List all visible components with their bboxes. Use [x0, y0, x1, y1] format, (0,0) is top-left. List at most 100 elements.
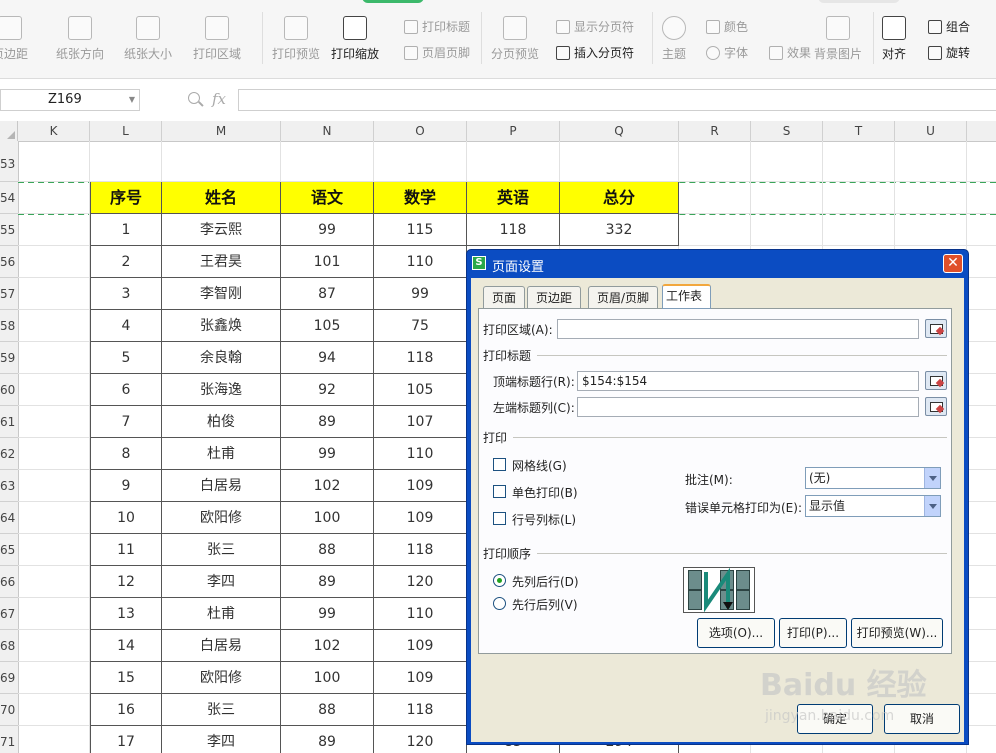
- table-cell[interactable]: 4: [90, 310, 162, 342]
- row-header[interactable]: 71: [0, 726, 18, 753]
- row-header[interactable]: 64: [0, 502, 18, 534]
- row-header[interactable]: 62: [0, 438, 18, 470]
- cancel-button[interactable]: 取消: [884, 704, 960, 734]
- table-header-cell[interactable]: 语文: [281, 182, 374, 214]
- table-cell[interactable]: 87: [281, 278, 374, 310]
- table-cell[interactable]: 张鑫焕: [162, 310, 281, 342]
- table-cell[interactable]: 89: [281, 566, 374, 598]
- table-cell[interactable]: 16: [90, 694, 162, 726]
- table-cell[interactable]: 欧阳修: [162, 502, 281, 534]
- table-cell[interactable]: 李智刚: [162, 278, 281, 310]
- table-cell[interactable]: 109: [374, 662, 467, 694]
- row-header[interactable]: 59: [0, 342, 18, 374]
- chevron-down-icon[interactable]: [924, 496, 940, 516]
- insert-page-break-button[interactable]: 插入分页符: [556, 44, 634, 61]
- table-cell[interactable]: 118: [374, 534, 467, 566]
- theme-button[interactable]: 主题: [662, 0, 686, 62]
- table-cell[interactable]: 余良翰: [162, 342, 281, 374]
- column-header[interactable]: U: [895, 121, 967, 141]
- orientation-button[interactable]: 纸张方向: [56, 0, 104, 62]
- table-cell[interactable]: 17: [90, 726, 162, 753]
- table-cell[interactable]: 白居易: [162, 630, 281, 662]
- table-cell[interactable]: 107: [374, 406, 467, 438]
- fonts-button[interactable]: 字体: [706, 44, 748, 61]
- row-header[interactable]: 67: [0, 598, 18, 630]
- table-cell[interactable]: 110: [374, 438, 467, 470]
- table-cell[interactable]: 120: [374, 726, 467, 753]
- table-cell[interactable]: 99: [281, 214, 374, 246]
- name-box[interactable]: Z169 ▼: [0, 89, 140, 111]
- table-cell[interactable]: 5: [90, 342, 162, 374]
- chevron-down-icon[interactable]: [924, 468, 940, 488]
- row-col-headers-checkbox[interactable]: [493, 512, 506, 525]
- table-cell[interactable]: 13: [90, 598, 162, 630]
- table-cell[interactable]: 7: [90, 406, 162, 438]
- table-cell[interactable]: 105: [281, 310, 374, 342]
- range-picker-icon[interactable]: [925, 397, 947, 416]
- page-break-preview-button[interactable]: 分页预览: [491, 0, 539, 62]
- table-cell[interactable]: 99: [281, 598, 374, 630]
- table-cell[interactable]: 105: [374, 374, 467, 406]
- paper-size-button[interactable]: 纸张大小: [124, 0, 172, 62]
- table-cell[interactable]: 6: [90, 374, 162, 406]
- table-cell[interactable]: 99: [374, 278, 467, 310]
- table-cell[interactable]: 118: [374, 694, 467, 726]
- table-cell[interactable]: 89: [281, 726, 374, 753]
- column-header[interactable]: O: [374, 121, 467, 141]
- table-header-cell[interactable]: 英语: [467, 182, 560, 214]
- table-cell[interactable]: 2: [90, 246, 162, 278]
- print-titles-button[interactable]: 打印标题: [404, 18, 470, 35]
- background-image-button[interactable]: 背景图片: [814, 0, 862, 62]
- table-cell[interactable]: 15: [90, 662, 162, 694]
- table-cell[interactable]: 李四: [162, 566, 281, 598]
- table-cell[interactable]: 白居易: [162, 470, 281, 502]
- row-header[interactable]: 68: [0, 630, 18, 662]
- table-cell[interactable]: 118: [467, 214, 560, 246]
- group-button[interactable]: 组合: [928, 18, 970, 35]
- table-cell[interactable]: 1: [90, 214, 162, 246]
- print-preview-button[interactable]: 打印预览: [272, 0, 320, 62]
- table-cell[interactable]: 101: [281, 246, 374, 278]
- table-cell[interactable]: 张三: [162, 694, 281, 726]
- colors-button[interactable]: 颜色: [706, 18, 748, 35]
- row-header[interactable]: 65: [0, 534, 18, 566]
- table-cell[interactable]: 89: [281, 406, 374, 438]
- row-header[interactable]: 63: [0, 470, 18, 502]
- select-all-corner[interactable]: [0, 121, 18, 141]
- row-header[interactable]: 53: [0, 141, 18, 182]
- range-picker-icon[interactable]: [925, 371, 947, 390]
- table-header-cell[interactable]: 数学: [374, 182, 467, 214]
- function-icon[interactable]: fx: [212, 90, 226, 108]
- table-cell[interactable]: 12: [90, 566, 162, 598]
- options-button[interactable]: 选项(O)...: [697, 618, 775, 648]
- search-icon[interactable]: [188, 92, 200, 104]
- print-scale-button[interactable]: 打印缩放: [331, 0, 379, 62]
- table-cell[interactable]: 88: [281, 694, 374, 726]
- row-header[interactable]: 55: [0, 214, 18, 246]
- comments-select[interactable]: (无): [805, 467, 941, 489]
- dialog-titlebar[interactable]: S 页面设置 ✕: [467, 250, 968, 278]
- tab-sheet[interactable]: 工作表: [662, 284, 712, 309]
- table-cell[interactable]: 75: [374, 310, 467, 342]
- row-header[interactable]: 70: [0, 694, 18, 726]
- range-picker-icon[interactable]: [925, 319, 947, 338]
- table-cell[interactable]: 柏俊: [162, 406, 281, 438]
- table-cell[interactable]: 102: [281, 630, 374, 662]
- table-cell[interactable]: 14: [90, 630, 162, 662]
- table-cell[interactable]: 8: [90, 438, 162, 470]
- column-header[interactable]: M: [162, 121, 281, 141]
- table-cell[interactable]: 张三: [162, 534, 281, 566]
- header-footer-button[interactable]: 页眉页脚: [404, 44, 470, 61]
- column-header[interactable]: R: [679, 121, 751, 141]
- column-header[interactable]: K: [18, 121, 90, 141]
- column-header[interactable]: S: [751, 121, 823, 141]
- table-cell[interactable]: 9: [90, 470, 162, 502]
- show-page-break-toggle[interactable]: 显示分页符: [556, 18, 634, 35]
- table-cell[interactable]: 100: [281, 502, 374, 534]
- tab-margins[interactable]: 页边距: [527, 286, 582, 308]
- row-header[interactable]: 69: [0, 662, 18, 694]
- table-cell[interactable]: 张海逸: [162, 374, 281, 406]
- close-button[interactable]: ✕: [943, 254, 963, 273]
- table-cell[interactable]: 115: [374, 214, 467, 246]
- table-cell[interactable]: 110: [374, 598, 467, 630]
